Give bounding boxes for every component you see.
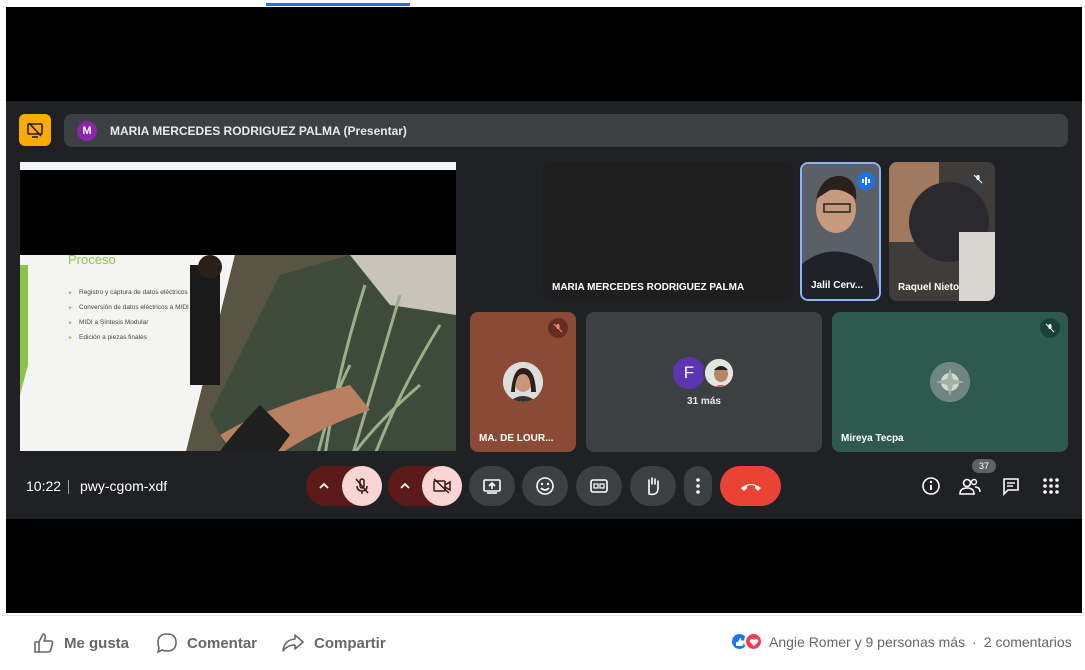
avatar [503,362,543,402]
slide-bullet: Registro y captura de datos eléctricos [68,289,198,297]
captions-button[interactable] [576,466,622,506]
shared-window-titlebar [20,162,456,170]
thumbs-up-icon [34,633,54,653]
meeting-code: pwy-cgom-xdf [80,478,168,494]
slide-bullet: MIDI a Síntesis Modular [68,319,198,327]
mic-off-icon [968,169,988,189]
camera-toggle-button[interactable] [422,466,462,506]
presenter-name: MARIA MERCEDES RODRIGUEZ PALMA (Presenta… [110,123,407,138]
present-screen-button[interactable] [469,466,515,506]
participant-tile-lour[interactable]: MA. DE LOUR... [470,312,576,452]
screen: M MARIA MERCEDES RODRIGUEZ PALMA (Presen… [0,0,1085,670]
participants-count-badge: 37 [972,459,996,473]
participant-tile-maria[interactable]: MARIA MERCEDES RODRIGUEZ PALMA [543,162,793,301]
video-options-chevron-icon[interactable] [388,466,422,506]
reactions-text: Angie Romer y 9 personas más [769,633,966,650]
more-options-button[interactable] [684,466,712,506]
share-label: Compartir [314,634,386,652]
raise-hand-button[interactable] [630,466,676,506]
end-call-icon [740,484,761,491]
meeting-time: 10:22 [26,478,62,494]
more-vert-icon [696,478,700,494]
video-control-group [388,466,462,506]
slide-title: Proceso [68,252,116,267]
comment-label: Comentar [187,634,258,652]
emoji-icon [536,477,554,495]
present-icon [483,479,501,494]
slide-bullets: Registro y captura de datos eléctricos C… [68,289,198,349]
share-icon [282,634,304,652]
avatar [703,357,735,389]
presenter-banner: M MARIA MERCEDES RODRIGUEZ PALMA (Presen… [64,114,1068,147]
like-label: Me gusta [64,634,130,652]
share-button[interactable]: Compartir [281,632,386,654]
like-button[interactable]: Me gusta [33,632,129,654]
reactions-summary[interactable]: Angie Romer y 9 personas más · 2 comenta… [730,632,1072,651]
chat-icon[interactable] [999,474,1023,498]
participant-name: MA. DE LOUR... [479,433,554,444]
leave-call-button[interactable] [720,466,781,506]
mic-off-icon [1040,318,1060,338]
participant-tile-raquel[interactable]: Raquel Nieto [889,162,995,301]
people-icon[interactable] [958,474,982,498]
separator-dot: · [972,633,977,650]
camera-off-icon [433,478,451,494]
slide-bullet: Edición a piezas finales [68,334,198,342]
more-participants-label: 31 más [687,396,721,407]
audio-control-group [306,466,382,506]
mic-toggle-button[interactable] [342,466,382,506]
comment-icon [156,633,177,654]
comments-count[interactable]: 2 comentarios [984,634,1072,650]
love-reaction-icon [744,632,763,651]
mic-off-icon [548,318,568,338]
speaking-indicator-icon [857,172,875,190]
reactions-button[interactable] [522,466,568,506]
hand-icon [648,477,659,496]
participant-name: Mireya Tecpa [841,433,904,444]
meeting-details-icon[interactable] [919,474,943,498]
presenter-avatar: M [77,120,97,141]
stop-presenting-icon[interactable] [19,114,51,146]
participant-name: Jalil Cerv... [811,280,864,291]
participant-name: MARIA MERCEDES RODRIGUEZ PALMA [552,282,745,293]
participant-tile-jalil[interactable]: Jalil Cerv... [800,162,881,301]
divider [68,480,69,494]
shared-screen: Proceso Registro y captura de datos eléc… [20,162,456,451]
slide-bullet: Conversión de datos eléctricos a MIDI [68,304,198,312]
participant-tile-others[interactable]: F 31 más [586,312,822,452]
mic-off-icon [355,478,369,494]
avatar: F [673,357,705,389]
avatar [930,362,970,402]
participant-name: Raquel Nieto [898,282,960,293]
participant-tile-mireya[interactable]: Mireya Tecpa [832,312,1068,452]
activities-grid-icon[interactable] [1039,474,1063,498]
audio-options-chevron-icon[interactable] [306,466,342,506]
progress-indicator [266,3,410,6]
comment-button[interactable]: Comentar [156,632,257,654]
captions-icon [590,479,608,493]
